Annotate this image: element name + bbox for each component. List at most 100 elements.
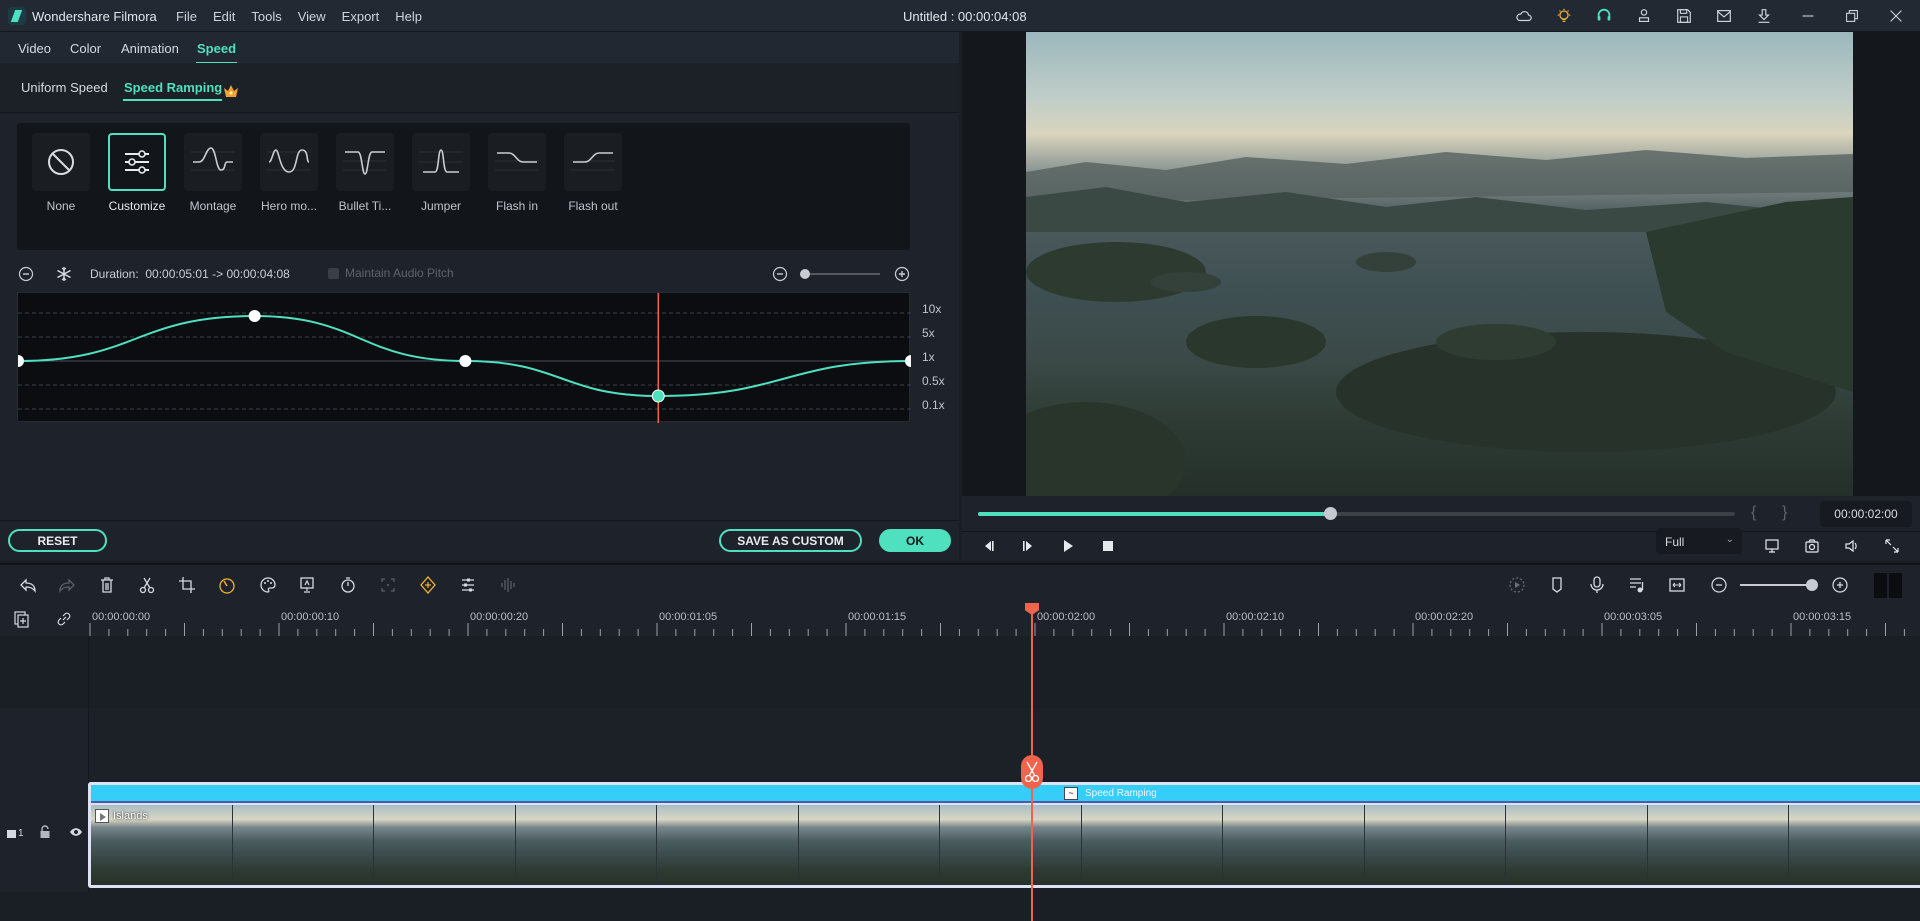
color-button[interactable]	[258, 575, 278, 595]
ruler-label: 00:00:02:10	[1226, 611, 1284, 623]
app-name: Wondershare Filmora	[32, 9, 157, 24]
tab-animation[interactable]: Animation	[121, 41, 179, 56]
preset-jumper[interactable]: Jumper	[412, 133, 470, 213]
subtab-uniform-speed[interactable]: Uniform Speed	[21, 80, 108, 95]
headset-icon[interactable]	[1584, 0, 1624, 32]
track-header-empty	[0, 708, 88, 780]
save-as-custom-button[interactable]: SAVE AS CUSTOM	[719, 529, 862, 552]
reset-button[interactable]: RESET	[8, 529, 107, 552]
speed-button[interactable]	[217, 575, 237, 595]
speed-ramping-bar: ~ Speed Ramping	[91, 785, 1920, 803]
subtab-speed-ramping[interactable]: Speed Ramping	[122, 80, 223, 101]
island-landscape-image	[1026, 150, 1853, 496]
speed-control-point[interactable]	[459, 355, 472, 367]
speed-control-point[interactable]	[12, 355, 24, 367]
progress-knob[interactable]	[1324, 507, 1337, 520]
close-icon[interactable]	[1872, 0, 1920, 32]
slider-knob[interactable]	[800, 269, 810, 279]
zoom-in-icon[interactable]	[894, 266, 910, 282]
preset-flash-out[interactable]: Flash out	[564, 133, 622, 213]
stabilize-button[interactable]	[378, 575, 398, 595]
crop-button[interactable]	[177, 575, 197, 595]
menu-edit[interactable]: Edit	[213, 9, 235, 24]
preset-hero-moment[interactable]: Hero mo...	[260, 133, 318, 213]
eye-icon[interactable]	[69, 826, 83, 838]
preset-flash-in[interactable]: Flash in	[488, 133, 546, 213]
video-clip-islands[interactable]: ~ Speed Ramping Islands	[88, 782, 1920, 888]
undo-button[interactable]	[18, 575, 38, 595]
menu-tools[interactable]: Tools	[251, 9, 281, 24]
speed-curve-editor[interactable]	[12, 292, 917, 423]
mark-in-button[interactable]: {	[1751, 504, 1756, 522]
freeze-frame-icon[interactable]	[56, 266, 72, 282]
snapshot-button[interactable]	[1802, 536, 1822, 556]
speed-control-point[interactable]	[651, 389, 665, 403]
download-icon[interactable]	[1744, 0, 1784, 32]
waveform-icon	[501, 578, 515, 592]
split-at-playhead-button[interactable]	[1021, 755, 1043, 789]
account-icon[interactable]	[1624, 0, 1664, 32]
menu-file[interactable]: File	[176, 9, 197, 24]
stop-button[interactable]	[1098, 536, 1118, 556]
zoom-out-icon[interactable]	[772, 266, 788, 282]
volume-button[interactable]	[1842, 536, 1862, 556]
preset-customize[interactable]: Customize	[108, 133, 166, 213]
voiceover-button[interactable]	[1587, 575, 1607, 595]
playback-progress-bar[interactable]	[978, 507, 1735, 520]
timeline-ruler[interactable]: 00:00:00:00 00:00:00:10 00:00:00:20 00:00:0…	[0, 603, 1920, 636]
redo-button[interactable]	[57, 575, 77, 595]
ok-button[interactable]: OK	[879, 529, 951, 552]
audio-waveform-button[interactable]	[498, 575, 518, 595]
split-button[interactable]	[137, 575, 157, 595]
duration-button[interactable]	[338, 575, 358, 595]
render-preview-button[interactable]	[1507, 575, 1527, 595]
curve-zoom-slider[interactable]	[800, 269, 880, 279]
timeline-zoom-in-button[interactable]	[1830, 575, 1850, 595]
preset-montage[interactable]: Montage	[184, 133, 242, 213]
mark-out-button[interactable]: }	[1782, 504, 1787, 522]
tab-video[interactable]: Video	[18, 41, 51, 56]
display-settings-button[interactable]	[1762, 536, 1782, 556]
checkbox-box[interactable]	[328, 267, 339, 279]
cloud-icon[interactable]	[1504, 0, 1544, 32]
play-button[interactable]	[1058, 536, 1078, 556]
adjust-button[interactable]	[458, 575, 478, 595]
presentation-button[interactable]	[297, 575, 317, 595]
ruler-label: 00:00:00:10	[281, 611, 339, 623]
menu-export[interactable]: Export	[342, 9, 380, 24]
menu-view[interactable]: View	[298, 9, 326, 24]
restore-icon[interactable]	[1832, 0, 1872, 32]
save-icon[interactable]	[1664, 0, 1704, 32]
duration-row: Duration: 00:00:05:01 -> 00:00:04:08 Mai…	[0, 260, 959, 288]
minimize-icon[interactable]	[1784, 0, 1832, 32]
tab-speed[interactable]: Speed	[195, 41, 238, 64]
preset-bullet-time[interactable]: Bullet Ti...	[336, 133, 394, 213]
marker-button[interactable]	[1547, 575, 1567, 595]
next-frame-button[interactable]	[1018, 536, 1038, 556]
expand-icon	[1885, 539, 1899, 553]
lightbulb-icon[interactable]	[1544, 0, 1584, 32]
timeline-zoom-slider[interactable]	[1740, 579, 1818, 591]
keyframe-button[interactable]	[418, 575, 438, 595]
timeline-zoom-out-button[interactable]	[1709, 575, 1729, 595]
speed-control-point[interactable]	[248, 310, 261, 322]
previous-frame-button[interactable]	[978, 536, 998, 556]
lock-icon[interactable]	[39, 825, 51, 839]
remove-point-icon[interactable]	[18, 266, 34, 282]
clip-thumbnail	[232, 805, 374, 885]
preset-none[interactable]: None	[32, 133, 90, 213]
fit-timeline-button[interactable]	[1667, 575, 1687, 595]
fullscreen-button[interactable]	[1882, 536, 1902, 556]
mail-icon[interactable]	[1704, 0, 1744, 32]
delete-button[interactable]	[97, 575, 117, 595]
maintain-audio-pitch-checkbox[interactable]: Maintain Audio Pitch	[328, 266, 454, 280]
speed-label-10x: 10x	[922, 302, 942, 316]
render-quality-select[interactable]: Full ⌄	[1656, 528, 1742, 554]
audio-mixer-button[interactable]	[1627, 575, 1647, 595]
speed-curve-graph[interactable]	[12, 293, 917, 423]
speed-control-point[interactable]	[905, 355, 917, 367]
tab-color[interactable]: Color	[70, 41, 101, 56]
menu-help[interactable]: Help	[395, 9, 422, 24]
slider-knob[interactable]	[1806, 579, 1818, 591]
video-frame[interactable]	[1026, 32, 1853, 496]
